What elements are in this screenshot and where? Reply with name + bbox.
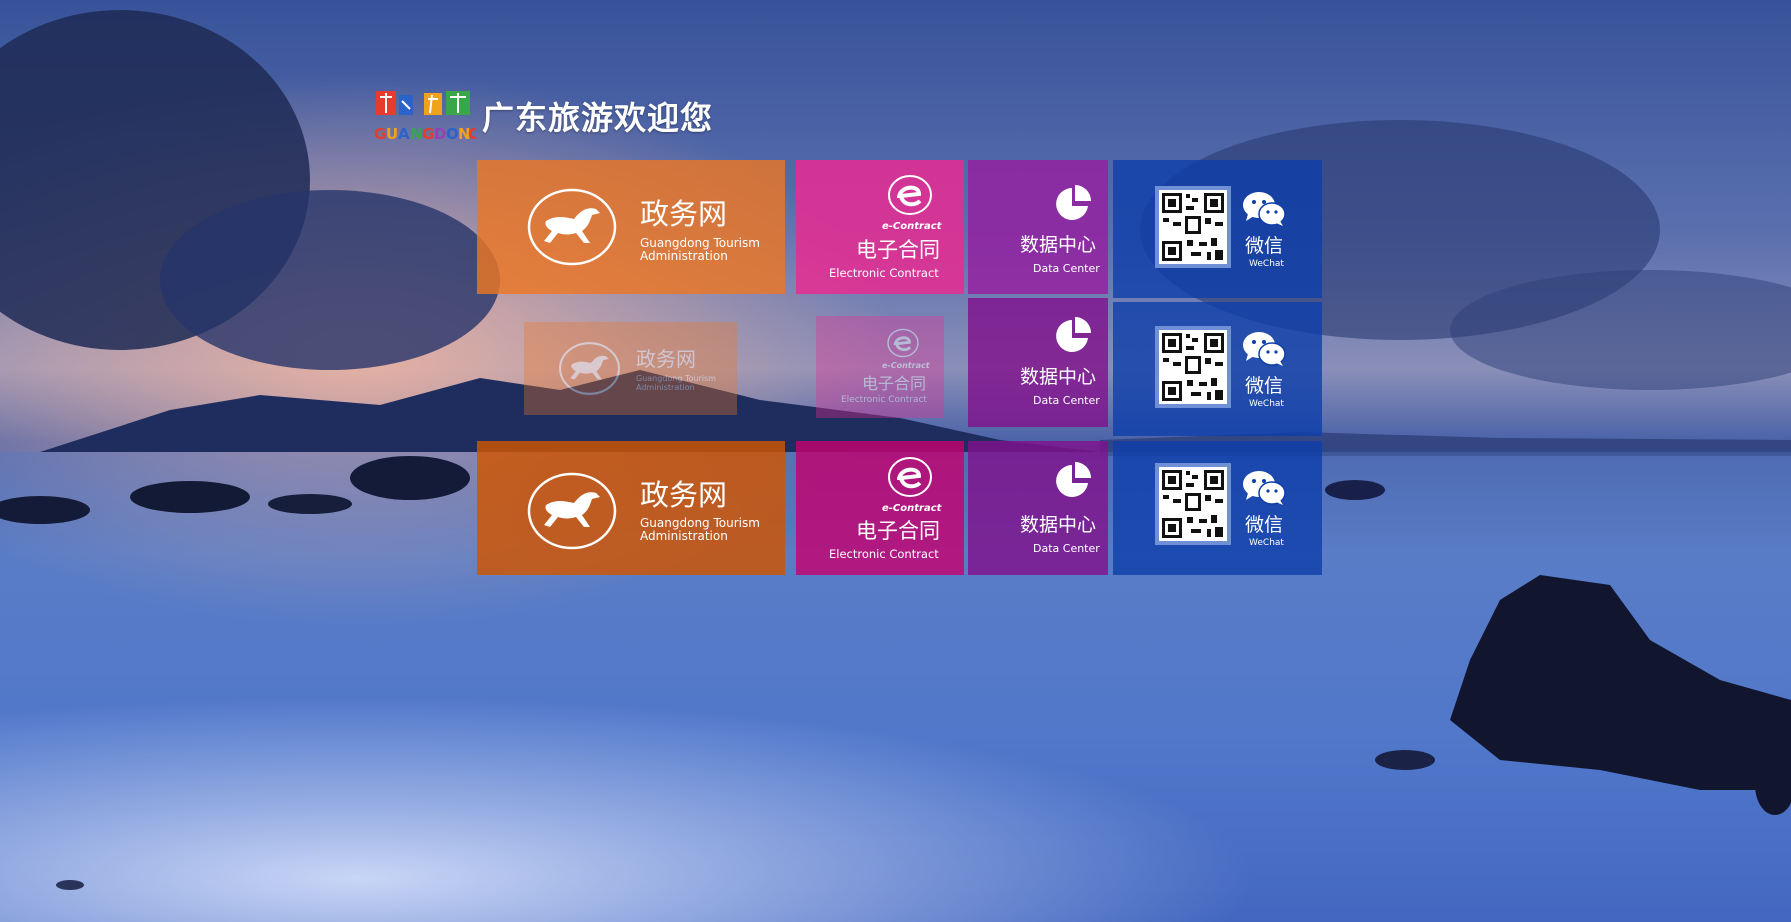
gov-title: 政务网 (640, 197, 728, 231)
econtract-subtitle: Electronic Contract (829, 266, 939, 280)
e-contract-icon (888, 457, 932, 497)
econtract-tile-ghost: e-Contract 电子合同 Electronic Contract (816, 316, 944, 418)
wechat-title: 微信 (1245, 514, 1284, 536)
page-title: 广东旅游欢迎您 (482, 99, 714, 137)
econtract-brand: e-Contract (882, 503, 942, 514)
wechat-tile[interactable]: 微信 WeChat (1113, 160, 1322, 298)
qr-code-icon (1155, 186, 1231, 268)
datacenter-title: 数据中心 (1020, 366, 1097, 388)
econtract-subtitle: Electronic Contract (829, 547, 939, 561)
econtract-title: 电子合同 (856, 519, 940, 543)
gov-tile[interactable]: 政务网 Guangdong Tourism Administration (477, 160, 785, 294)
datacenter-title: 数据中心 (1020, 514, 1097, 536)
horse-icon (527, 188, 617, 266)
pie-chart-icon (1056, 462, 1091, 497)
wechat-title: 微信 (1245, 235, 1284, 257)
econtract-tile[interactable]: e-Contract 电子合同 Electronic Contract (796, 441, 964, 575)
gov-subtitle-2: Administration (636, 383, 695, 392)
qr-code-icon (1155, 463, 1231, 545)
gov-tile-ghost: 政务网 Guangdong Tourism Administration (524, 322, 737, 415)
datacenter-tile[interactable]: 数据中心 Data Center (968, 298, 1108, 427)
wechat-icon (1243, 471, 1286, 505)
wechat-subtitle: WeChat (1249, 538, 1284, 548)
svg-text:O: O (446, 125, 459, 143)
wechat-subtitle: WeChat (1249, 259, 1284, 269)
datacenter-subtitle: Data Center (1033, 542, 1100, 555)
econtract-brand: e-Contract (882, 361, 930, 370)
horse-icon (527, 472, 617, 550)
gov-subtitle-1: Guangdong Tourism (636, 374, 716, 383)
e-contract-icon (888, 175, 932, 215)
e-contract-icon (887, 328, 919, 358)
svg-text:N: N (410, 125, 423, 143)
qr-code-icon (1155, 326, 1231, 408)
gov-title: 政务网 (640, 478, 728, 512)
datacenter-subtitle: Data Center (1033, 394, 1100, 407)
econtract-title: 电子合同 (862, 374, 927, 393)
guangdong-logo-icon: G U A N G D O N G (374, 91, 476, 143)
econtract-tile[interactable]: e-Contract 电子合同 Electronic Contract (796, 160, 964, 294)
datacenter-subtitle: Data Center (1033, 262, 1100, 275)
econtract-title: 电子合同 (856, 238, 940, 262)
datacenter-tile[interactable]: 数据中心 Data Center (968, 441, 1108, 575)
wechat-subtitle: WeChat (1249, 399, 1284, 409)
svg-text:G: G (374, 125, 386, 143)
wechat-icon (1243, 332, 1286, 366)
horse-icon (559, 342, 620, 395)
wechat-tile[interactable]: 微信 WeChat (1113, 441, 1322, 575)
econtract-brand: e-Contract (882, 221, 942, 232)
econtract-subtitle: Electronic Contract (841, 395, 927, 405)
wechat-tile[interactable]: 微信 WeChat (1113, 302, 1322, 436)
gov-subtitle-2: Administration (640, 529, 728, 543)
gov-tile[interactable]: 政务网 Guangdong Tourism Administration (477, 441, 785, 575)
datacenter-title: 数据中心 (1020, 234, 1097, 256)
wechat-icon (1243, 192, 1286, 226)
pie-chart-icon (1056, 317, 1091, 352)
svg-text:U: U (386, 125, 398, 143)
datacenter-tile[interactable]: 数据中心 Data Center (968, 160, 1108, 294)
svg-text:A: A (398, 125, 410, 143)
svg-text:D: D (434, 125, 446, 143)
svg-text:G: G (468, 125, 476, 143)
wechat-title: 微信 (1245, 375, 1284, 397)
pie-chart-icon (1056, 185, 1091, 220)
gov-subtitle-2: Administration (640, 249, 728, 263)
gov-title: 政务网 (636, 347, 696, 371)
svg-text:G: G (422, 125, 434, 143)
site-header: G U A N G D O N G 广东旅游欢迎您 (372, 86, 713, 146)
